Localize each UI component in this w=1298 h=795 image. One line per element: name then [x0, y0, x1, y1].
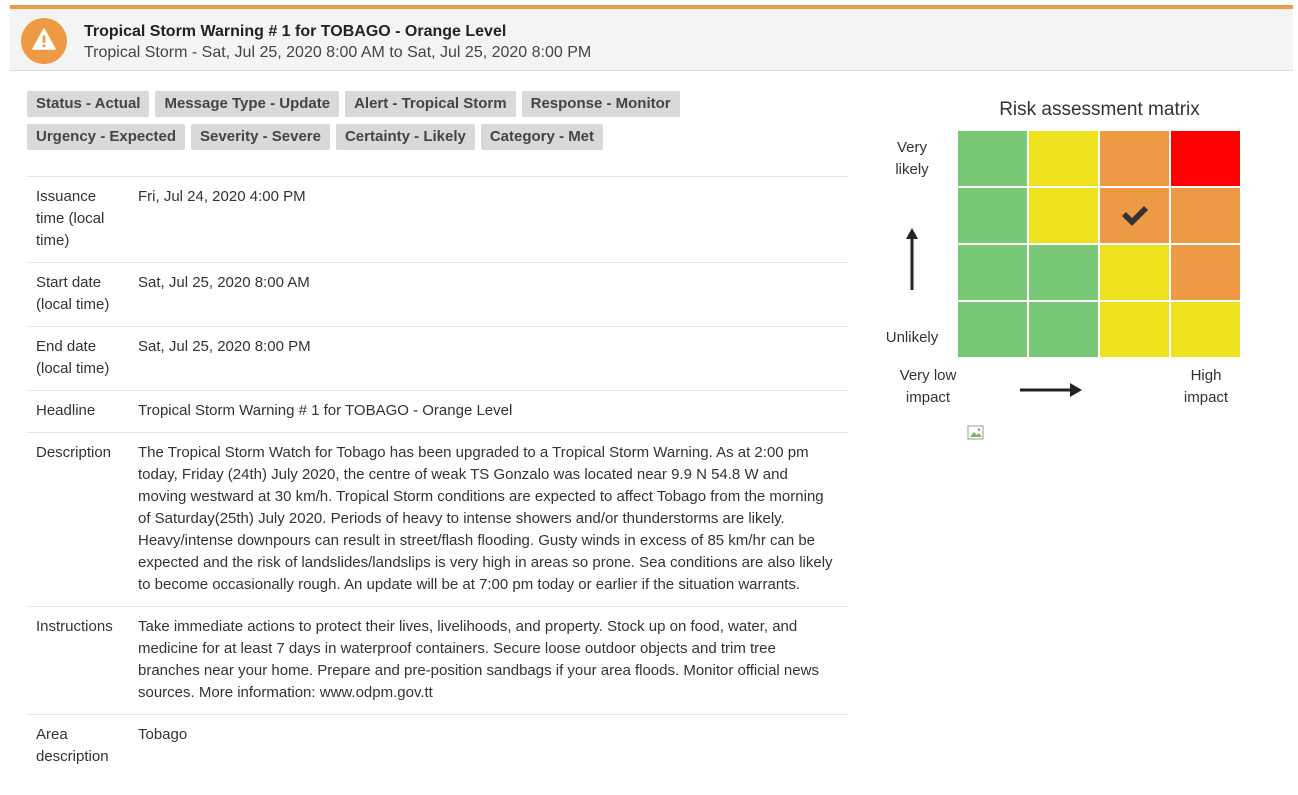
y-axis-top-label: Very likely	[895, 139, 929, 178]
matrix-cell	[958, 188, 1027, 243]
matrix-cell	[1171, 131, 1240, 186]
arrow-up-icon	[906, 228, 918, 290]
severity-tag: Severity - Severe	[191, 124, 330, 150]
detail-label: Headline	[27, 390, 129, 433]
detail-label: Description	[27, 432, 129, 607]
message-type-tag: Message Type - Update	[155, 91, 340, 117]
matrix-cell	[1171, 188, 1240, 243]
category-tag: Category - Met	[480, 124, 604, 150]
broken-image-icon	[967, 425, 984, 440]
matrix-cell-selected	[1100, 188, 1169, 243]
table-row: Instructions Take immediate actions to p…	[27, 606, 848, 715]
tag-row: Status - Actual Message Type - Update Al…	[27, 91, 727, 117]
matrix-cell	[1100, 131, 1169, 186]
matrix-title: Risk assessment matrix	[999, 99, 1200, 120]
detail-label: Instructions	[27, 606, 129, 715]
detail-label: Area description	[27, 714, 129, 778]
table-row: End date (local time) Sat, Jul 25, 2020 …	[27, 326, 848, 391]
detail-label: End date (local time)	[27, 326, 129, 391]
matrix-cell	[1029, 131, 1098, 186]
response-tag: Response - Monitor	[521, 91, 680, 117]
alert-tags: Status - Actual Message Type - Update Al…	[27, 91, 727, 157]
y-axis-bottom-label: Unlikely	[885, 329, 939, 346]
table-row: Description The Tropical Storm Watch for…	[27, 432, 848, 607]
table-row: Start date (local time) Sat, Jul 25, 202…	[27, 262, 848, 327]
arrow-right-icon	[1020, 383, 1082, 397]
detail-value: The Tropical Storm Watch for Tobago has …	[129, 432, 848, 607]
detail-value: Sat, Jul 25, 2020 8:00 PM	[129, 326, 848, 391]
checkmark-icon	[1121, 205, 1148, 226]
tag-row: Urgency - Expected Severity - Severe Cer…	[27, 124, 727, 150]
detail-label: Issuance time (local time)	[27, 176, 129, 263]
alert-subtitle: Tropical Storm - Sat, Jul 25, 2020 8:00 …	[84, 44, 592, 61]
matrix-cell	[1029, 245, 1098, 300]
table-row: Area description Tobago	[27, 714, 848, 778]
matrix-cell	[1171, 245, 1240, 300]
alert-title: Tropical Storm Warning # 1 for TOBAGO - …	[84, 23, 507, 40]
matrix-cell	[1100, 245, 1169, 300]
detail-value: Fri, Jul 24, 2020 4:00 PM	[129, 176, 848, 263]
table-row: Issuance time (local time) Fri, Jul 24, …	[27, 176, 848, 263]
matrix-cell	[958, 245, 1027, 300]
x-axis-left-label: Very low impact	[899, 367, 957, 406]
detail-value: Tobago	[129, 714, 848, 778]
x-axis-right-label: High impact	[1183, 367, 1229, 406]
detail-label: Start date (local time)	[27, 262, 129, 327]
table-row: Headline Tropical Storm Warning # 1 for …	[27, 390, 848, 433]
alert-header: Tropical Storm Warning # 1 for TOBAGO - …	[10, 5, 1293, 71]
detail-value: Tropical Storm Warning # 1 for TOBAGO - …	[129, 390, 848, 433]
matrix-cell	[1029, 188, 1098, 243]
matrix-cell	[1171, 302, 1240, 357]
alert-type-tag: Alert - Tropical Storm	[345, 91, 516, 117]
certainty-tag: Certainty - Likely	[335, 124, 475, 150]
risk-matrix-grid	[958, 131, 1240, 357]
warning-icon	[21, 18, 67, 64]
matrix-cell	[1100, 302, 1169, 357]
matrix-cell	[1029, 302, 1098, 357]
matrix-cell	[958, 131, 1027, 186]
status-tag: Status - Actual	[27, 91, 150, 117]
alert-details-table: Issuance time (local time) Fri, Jul 24, …	[27, 176, 848, 778]
matrix-cell	[958, 302, 1027, 357]
detail-value: Take immediate actions to protect their …	[129, 606, 848, 715]
detail-value: Sat, Jul 25, 2020 8:00 AM	[129, 262, 848, 327]
urgency-tag: Urgency - Expected	[27, 124, 186, 150]
